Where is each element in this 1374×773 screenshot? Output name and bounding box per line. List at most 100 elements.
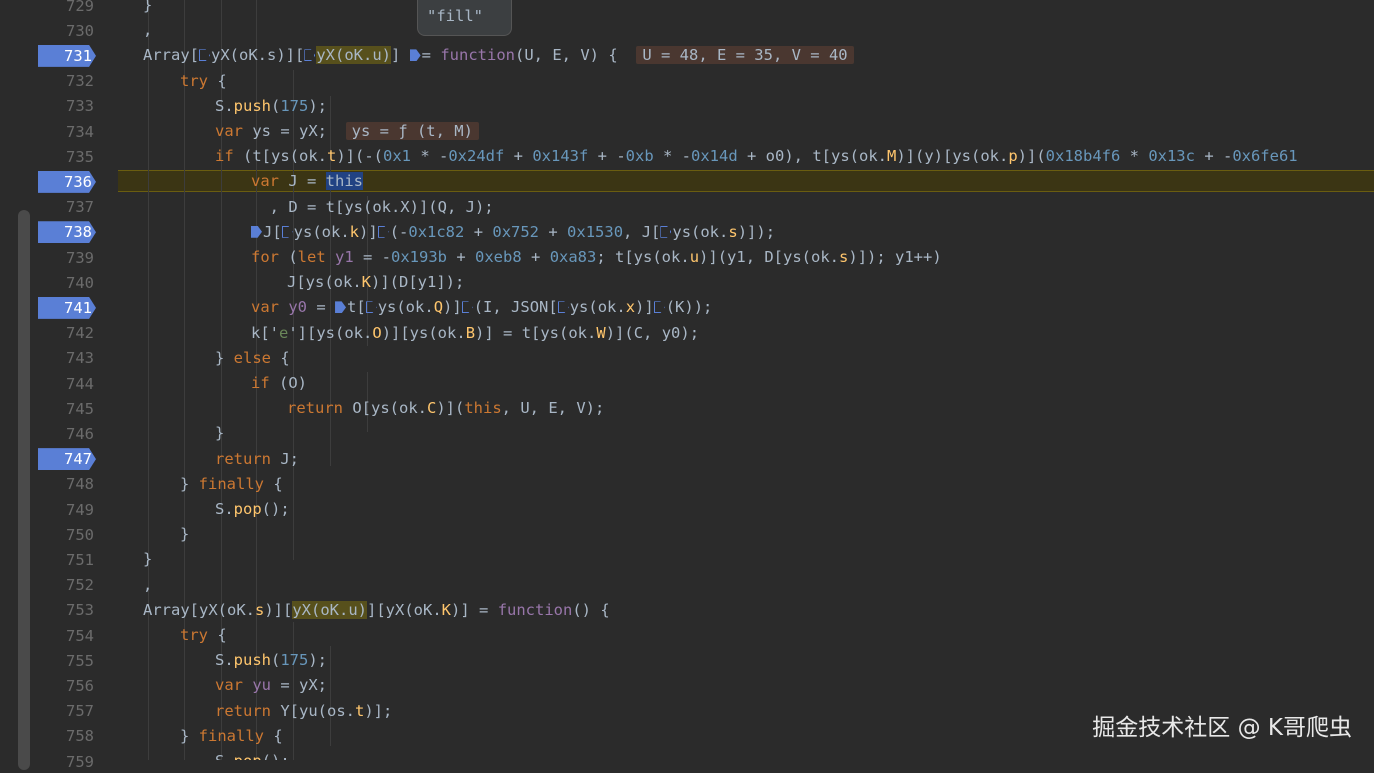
inline-breakpoint-marker[interactable] — [660, 225, 672, 238]
line-number[interactable]: 739 — [36, 247, 98, 269]
code-line[interactable]: , — [143, 18, 152, 43]
breakpoint-line-number[interactable]: 738 — [38, 221, 96, 244]
line-number[interactable]: 759 — [36, 751, 98, 773]
code-line[interactable]: , — [143, 573, 152, 598]
code-line[interactable]: try { — [180, 623, 227, 648]
code-line[interactable]: var yu = yX; — [215, 673, 327, 698]
line-number[interactable]: 758 — [36, 725, 98, 747]
code-token: pop — [233, 500, 262, 518]
code-line[interactable]: } finally { — [180, 724, 283, 749]
line-number[interactable]: 745 — [36, 398, 98, 420]
code-token: (K)); — [665, 298, 713, 317]
line-number[interactable]: 744 — [36, 373, 98, 395]
inline-breakpoint-marker[interactable] — [199, 49, 210, 62]
line-number[interactable]: 746 — [36, 423, 98, 445]
code-line[interactable]: J[ys(ok.k)] (-0x1c82 + 0x752 + 0x1530, J[… — [251, 220, 775, 245]
code-token: K — [361, 273, 371, 292]
line-number[interactable]: 740 — [36, 272, 98, 294]
line-number[interactable]: 729 — [36, 0, 98, 17]
line-number[interactable]: 755 — [36, 650, 98, 672]
code-line[interactable]: return J; — [215, 447, 299, 472]
code-token: (I, JSON[ — [473, 298, 558, 317]
code-token: Y[yu(os. — [271, 701, 355, 720]
line-number[interactable]: 735 — [36, 146, 98, 168]
line-number[interactable]: 749 — [36, 499, 98, 521]
line-number[interactable]: 733 — [36, 95, 98, 117]
code-line[interactable]: } — [215, 421, 224, 446]
code-token: (O) — [269, 374, 307, 392]
code-line[interactable]: } — [143, 547, 152, 572]
code-token: } — [180, 474, 199, 493]
breakpoint-line-number[interactable]: 731 — [38, 44, 96, 67]
line-number[interactable]: 737 — [36, 196, 98, 218]
inline-breakpoint-marker[interactable] — [251, 225, 262, 238]
code-line[interactable]: var y0 = t[ys(ok.Q)] (I, JSON[ys(ok.x)] (K… — [251, 295, 712, 320]
code-line[interactable]: S.pop(); — [215, 749, 290, 760]
inline-breakpoint-marker[interactable] — [335, 301, 347, 314]
code-line[interactable]: return Y[yu(os.t)]; — [215, 699, 392, 724]
inline-breakpoint-marker[interactable] — [377, 225, 389, 238]
inline-breakpoint-marker[interactable] — [653, 301, 665, 314]
code-token: Array[yX(oK. — [143, 600, 255, 619]
breakpoint-line-number[interactable]: 736 — [38, 170, 96, 193]
code-token: ys(ok. — [569, 298, 626, 317]
code-line[interactable]: } — [143, 0, 152, 18]
code-line[interactable]: Array[yX(oK.s)][yX(oK.u)] = function(U, … — [143, 43, 854, 68]
code-line[interactable]: k['e'][ys(ok.O)][ys(ok.B)] = t[ys(ok.W)]… — [251, 321, 699, 346]
code-token: J = — [279, 172, 326, 191]
code-line[interactable]: for (let y1 = -0x193b + 0xeb8 + 0xa83; t… — [251, 245, 942, 270]
line-number[interactable]: 756 — [36, 675, 98, 697]
line-number-gutter[interactable]: 729 730 731 732 733 734 735 736 737 738 739 740 741 7… — [36, 0, 118, 771]
inline-breakpoint-marker[interactable] — [281, 225, 293, 238]
line-number[interactable]: 748 — [36, 473, 98, 495]
code-line[interactable]: if (O) — [251, 371, 307, 396]
inline-breakpoint-marker[interactable] — [409, 49, 421, 62]
inline-breakpoint-marker[interactable] — [461, 301, 473, 314]
watermark: 掘金技术社区 @ K哥爬虫 — [1092, 715, 1352, 741]
line-number[interactable]: 751 — [36, 549, 98, 571]
line-number[interactable]: 743 — [36, 347, 98, 369]
code-token: 0xa83 — [549, 248, 597, 266]
code-token: pop — [234, 752, 262, 760]
hover-tooltip: "fill" — [417, 0, 512, 36]
code-line[interactable]: S.pop(); — [215, 497, 290, 522]
code-line[interactable]: var ys = yX; ys = ƒ (t, M) — [215, 119, 479, 144]
line-number[interactable]: 730 — [36, 20, 98, 42]
line-number[interactable]: 754 — [36, 625, 98, 647]
line-number[interactable]: 734 — [36, 121, 98, 143]
scrollbar-thumb[interactable] — [18, 210, 30, 770]
breakpoint-line-number[interactable]: 747 — [38, 448, 96, 471]
inline-breakpoint-marker[interactable] — [304, 49, 316, 62]
code-line[interactable]: , D = t[ys(ok.X)](Q, J); — [251, 195, 494, 220]
code-token: try — [180, 71, 208, 90]
code-line[interactable]: J[ys(ok.K)](D[y1]); — [287, 270, 464, 295]
code-line[interactable]: } finally { — [180, 472, 283, 497]
line-number[interactable]: 752 — [36, 574, 98, 596]
code-line[interactable]: Array[yX(oK.s)][yX(oK.u)][yX(oK.K)] = fu… — [143, 598, 610, 623]
line-number[interactable]: 732 — [36, 70, 98, 92]
line-number[interactable]: 742 — [36, 322, 98, 344]
code-line[interactable]: var J = this — [251, 169, 363, 194]
code-line[interactable]: if (t[ys(ok.t)](-(0x1 * -0x24df + 0x143f… — [215, 144, 1298, 169]
code-token: ys = yX; — [243, 122, 346, 140]
editor-scrollbar[interactable] — [0, 0, 36, 770]
code-line[interactable]: } — [180, 522, 189, 547]
code-token: , J[ — [623, 222, 661, 241]
line-number[interactable]: 750 — [36, 524, 98, 546]
code-line[interactable]: } else { — [215, 346, 290, 371]
inline-breakpoint-marker[interactable] — [365, 301, 377, 314]
line-number[interactable]: 753 — [36, 599, 98, 621]
code-line[interactable]: S.push(175); — [215, 94, 327, 119]
inline-breakpoint-marker[interactable] — [557, 301, 569, 314]
breakpoint-line-number[interactable]: 741 — [38, 296, 96, 319]
code-token: + — [539, 222, 568, 241]
code-editor[interactable]: }, Array[yX(oK.s)][yX(oK.u)] = function(U… — [118, 0, 1374, 760]
code-token: { — [208, 71, 227, 90]
code-line[interactable]: return O[ys(ok.C)](this, U, E, V); — [287, 396, 604, 421]
code-token: k — [349, 222, 360, 241]
line-number[interactable]: 757 — [36, 700, 98, 722]
code-token: 0x752 — [492, 222, 540, 241]
code-line[interactable]: try { — [180, 69, 227, 94]
code-line[interactable]: S.push(175); — [215, 648, 327, 673]
code-token: S. — [215, 752, 234, 760]
